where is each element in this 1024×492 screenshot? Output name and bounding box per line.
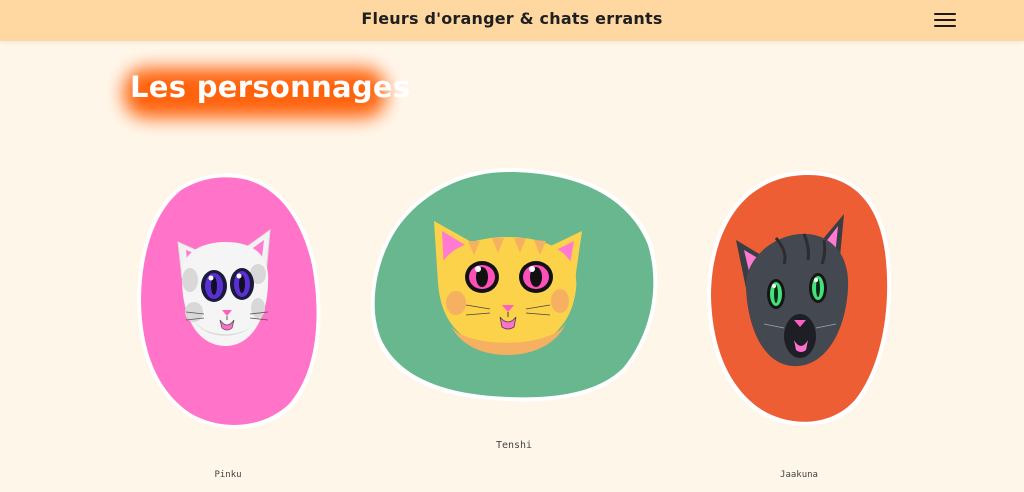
pinku-illustration: [137, 173, 321, 429]
character-name-jaakuna: Jaakuna: [780, 470, 818, 480]
character-name-tenshi: Tenshi: [495, 440, 533, 451]
character-card-jaakuna[interactable]: [704, 168, 894, 432]
character-card-tenshi[interactable]: [368, 165, 660, 407]
tenshi-illustration: [370, 168, 658, 402]
character-name-pinku: Pinku: [214, 470, 242, 480]
page-title: Les personnages: [130, 70, 411, 104]
site-title: Fleurs d'oranger & chats errants: [361, 9, 663, 28]
hamburger-menu-icon[interactable]: [934, 12, 956, 28]
top-bar: Fleurs d'oranger & chats errants: [0, 0, 1024, 41]
jaakuna-illustration: [707, 171, 892, 426]
character-card-pinku[interactable]: [134, 170, 324, 432]
page-heading-block: Les personnages: [118, 66, 422, 118]
